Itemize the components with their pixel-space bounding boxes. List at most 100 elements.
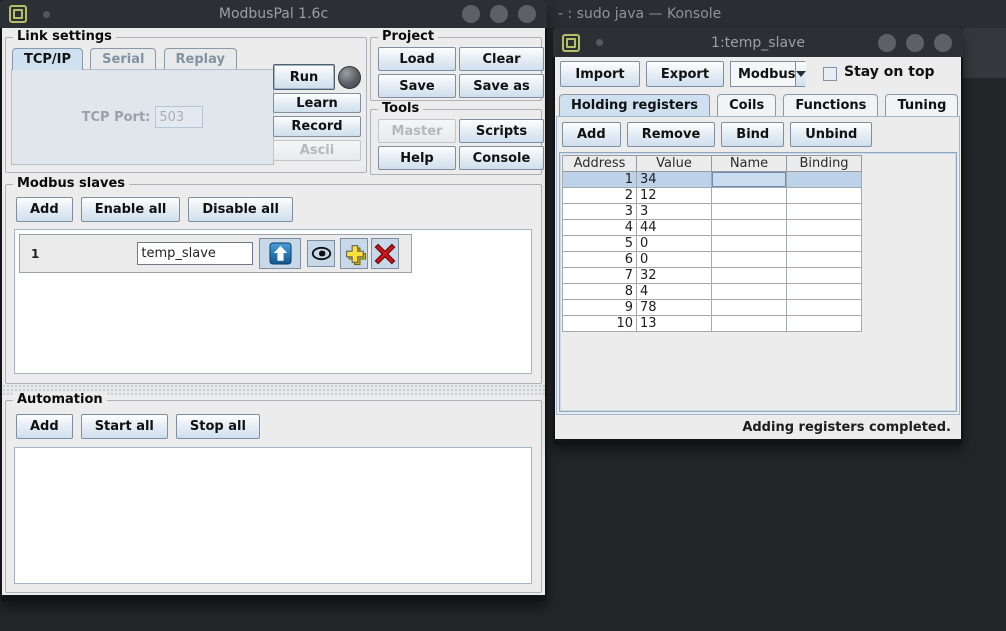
cell-binding[interactable] xyxy=(787,172,862,188)
ascii-button[interactable]: Ascii xyxy=(273,140,361,161)
save-as-button[interactable]: Save as xyxy=(459,74,544,98)
cell-binding[interactable] xyxy=(787,188,862,204)
slave-maximize-button[interactable] xyxy=(906,34,924,52)
stop-all-button[interactable]: Stop all xyxy=(176,414,260,439)
unbind-button[interactable]: Unbind xyxy=(790,122,872,147)
table-row[interactable]: 5 0 xyxy=(562,236,862,252)
export-button[interactable]: Export xyxy=(646,61,724,87)
import-button[interactable]: Import xyxy=(560,61,640,87)
cell-name[interactable] xyxy=(712,284,787,300)
slave-list[interactable]: 1 xyxy=(14,229,532,374)
cell-name[interactable] xyxy=(712,188,787,204)
cell-value[interactable]: 0 xyxy=(637,252,712,268)
table-row[interactable]: 8 4 xyxy=(562,284,862,300)
cell-name[interactable] xyxy=(712,204,787,220)
cell-binding[interactable] xyxy=(787,268,862,284)
cell-binding[interactable] xyxy=(787,252,862,268)
modbuspal-titlebar[interactable]: ModbusPal 1.6c xyxy=(0,0,547,28)
cell-address[interactable]: 8 xyxy=(562,284,637,300)
cell-binding[interactable] xyxy=(787,284,862,300)
add-tuner-button[interactable] xyxy=(340,238,368,269)
record-button[interactable]: Record xyxy=(273,116,361,137)
disable-all-button[interactable]: Disable all xyxy=(188,197,293,222)
console-button[interactable]: Console xyxy=(459,146,544,170)
cell-value[interactable]: 13 xyxy=(637,316,712,332)
slave-name-input[interactable] xyxy=(137,242,253,265)
cell-address[interactable]: 10 xyxy=(562,316,637,332)
close-button[interactable] xyxy=(518,5,536,23)
cell-address[interactable]: 6 xyxy=(562,252,637,268)
automation-list[interactable] xyxy=(14,447,532,584)
remove-register-button[interactable]: Remove xyxy=(627,122,716,147)
table-row[interactable]: 10 13 xyxy=(562,316,862,332)
table-row[interactable]: 9 78 xyxy=(562,300,862,316)
cell-name[interactable] xyxy=(712,236,787,252)
konsole-titlebar[interactable]: - : sudo java — Konsole xyxy=(545,0,1006,28)
tab-replay[interactable]: Replay xyxy=(164,48,237,70)
slave-close-button[interactable] xyxy=(934,34,952,52)
cell-name[interactable] xyxy=(712,268,787,284)
cell-value[interactable]: 4 xyxy=(637,284,712,300)
tab-serial[interactable]: Serial xyxy=(90,48,156,70)
cell-name[interactable] xyxy=(712,300,787,316)
run-button[interactable]: Run xyxy=(273,64,335,90)
header-cell-address[interactable]: Address xyxy=(562,155,637,172)
slave-enabled-toggle[interactable] xyxy=(259,238,301,269)
slave-minimize-button[interactable] xyxy=(878,34,896,52)
start-all-button[interactable]: Start all xyxy=(81,414,168,439)
cell-value[interactable]: 3 xyxy=(637,204,712,220)
cell-name[interactable] xyxy=(712,316,787,332)
load-button[interactable]: Load xyxy=(378,47,456,71)
bind-button[interactable]: Bind xyxy=(721,122,784,147)
modbus-implementation-select[interactable]: Modbus xyxy=(730,61,805,87)
cell-name[interactable] xyxy=(712,252,787,268)
cell-value[interactable]: 34 xyxy=(637,172,712,188)
cell-address[interactable]: 7 xyxy=(562,268,637,284)
cell-binding[interactable] xyxy=(787,300,862,316)
tab-functions[interactable]: Functions xyxy=(783,94,878,116)
table-row[interactable]: 3 3 xyxy=(562,204,862,220)
master-button[interactable]: Master xyxy=(378,119,456,143)
cell-binding[interactable] xyxy=(787,316,862,332)
cell-address[interactable]: 9 xyxy=(562,300,637,316)
cell-binding[interactable] xyxy=(787,236,862,252)
cell-name[interactable] xyxy=(712,220,787,236)
cell-address[interactable]: 5 xyxy=(562,236,637,252)
clear-button[interactable]: Clear xyxy=(459,47,544,71)
help-button[interactable]: Help xyxy=(378,146,456,170)
cell-value[interactable]: 44 xyxy=(637,220,712,236)
cell-value[interactable]: 78 xyxy=(637,300,712,316)
save-button[interactable]: Save xyxy=(378,74,456,98)
cell-address[interactable]: 3 xyxy=(562,204,637,220)
tab-tuning[interactable]: Tuning xyxy=(885,94,958,116)
header-cell-value[interactable]: Value xyxy=(637,155,712,172)
header-cell-name[interactable]: Name xyxy=(712,155,787,172)
header-cell-binding[interactable]: Binding xyxy=(787,155,862,172)
cell-name[interactable] xyxy=(712,172,787,188)
cell-address[interactable]: 1 xyxy=(562,172,637,188)
stay-on-top-checkbox[interactable] xyxy=(823,67,837,81)
table-row[interactable]: 4 44 xyxy=(562,220,862,236)
table-row[interactable]: 2 12 xyxy=(562,188,862,204)
cell-value[interactable]: 0 xyxy=(637,236,712,252)
slave-row[interactable]: 1 xyxy=(19,234,412,273)
delete-slave-button[interactable] xyxy=(371,238,399,269)
maximize-button[interactable] xyxy=(490,5,508,23)
show-slave-button[interactable] xyxy=(307,240,335,267)
tab-coils[interactable]: Coils xyxy=(717,94,776,116)
registers-scrollpane[interactable]: Address Value Name Binding 1 34 2 12 xyxy=(559,152,957,412)
tcp-port-input[interactable] xyxy=(155,106,203,128)
slave-titlebar[interactable]: 1:temp_slave xyxy=(553,28,963,57)
tab-holding-registers[interactable]: Holding registers xyxy=(559,94,710,116)
table-row[interactable]: 6 0 xyxy=(562,252,862,268)
table-row[interactable]: 7 32 xyxy=(562,268,862,284)
scripts-button[interactable]: Scripts xyxy=(459,119,544,143)
learn-button[interactable]: Learn xyxy=(273,93,361,113)
cell-value[interactable]: 32 xyxy=(637,268,712,284)
cell-binding[interactable] xyxy=(787,204,862,220)
cell-value[interactable]: 12 xyxy=(637,188,712,204)
enable-all-button[interactable]: Enable all xyxy=(81,197,181,222)
add-automation-button[interactable]: Add xyxy=(16,414,73,439)
cell-binding[interactable] xyxy=(787,220,862,236)
cell-address[interactable]: 4 xyxy=(562,220,637,236)
